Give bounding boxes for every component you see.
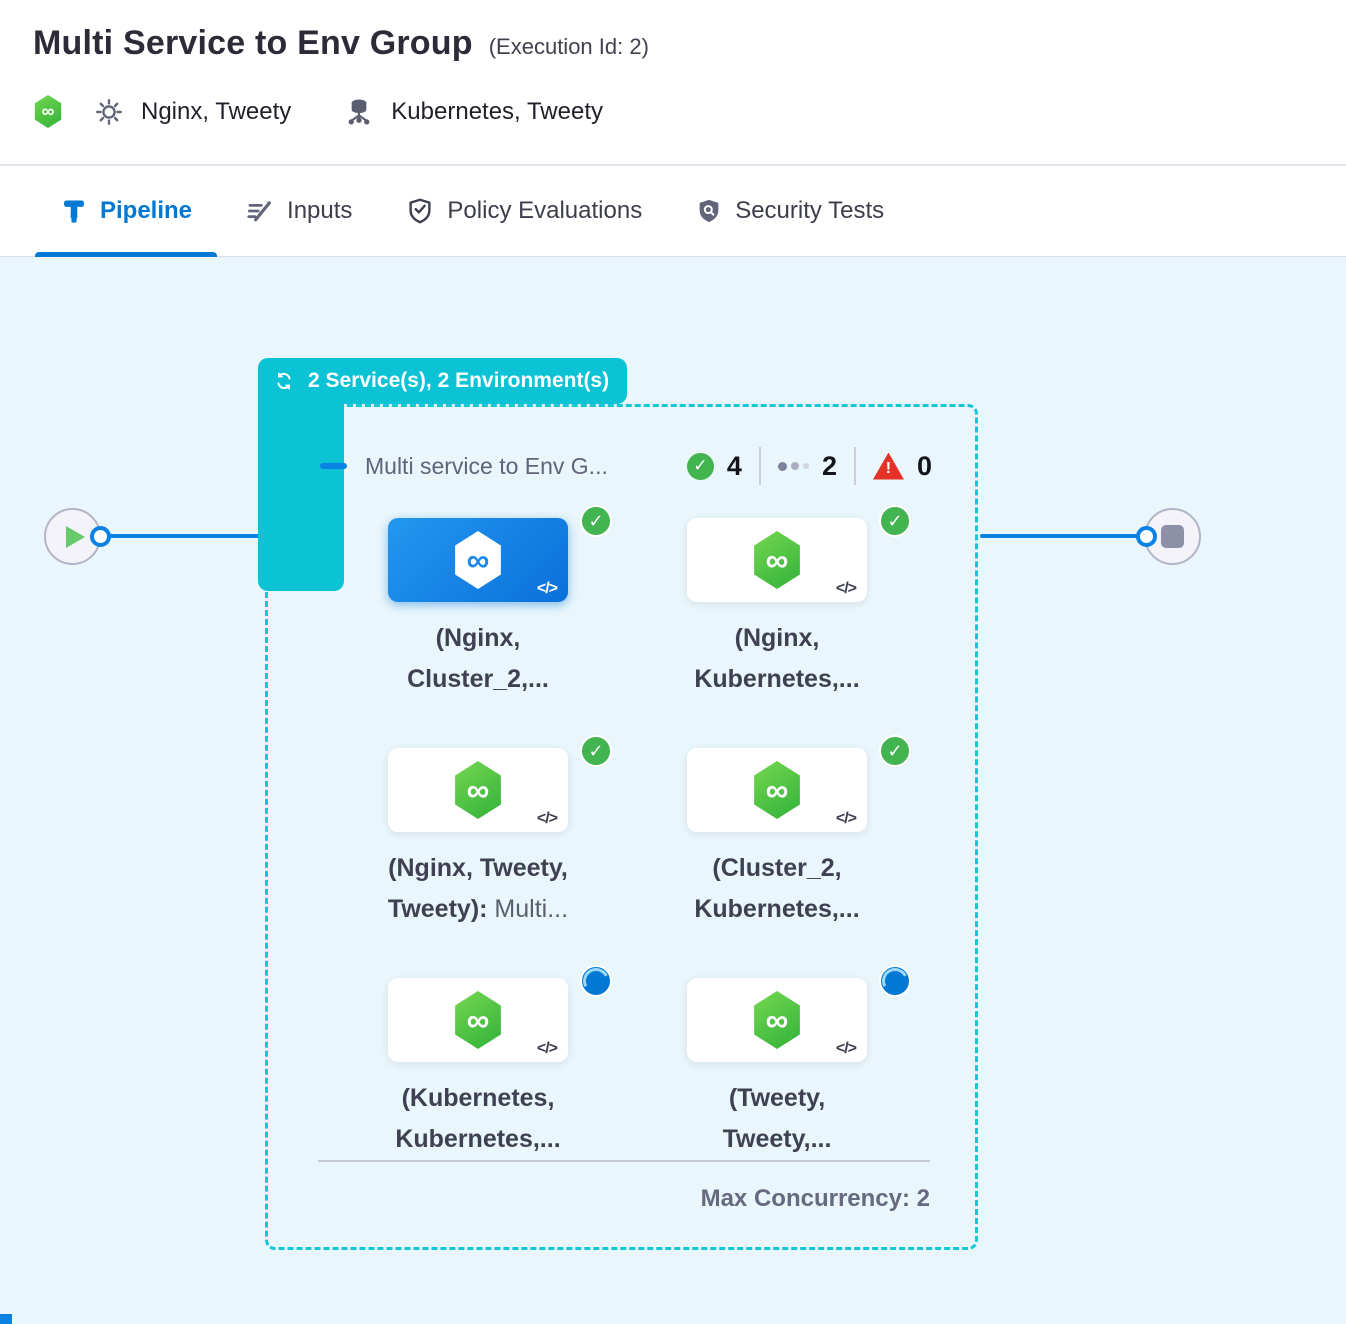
matrix-node-tweety-tweety[interactable]: ∞ </> (Tweety, Tweety,...	[657, 978, 897, 1160]
matrix-loop-badge[interactable]: 2 Service(s), 2 Environment(s)	[258, 358, 627, 404]
harness-cd-icon: ∞	[33, 95, 63, 128]
tab-inputs[interactable]: Inputs	[220, 166, 377, 256]
code-icon: </>	[836, 1040, 856, 1058]
execution-header: Multi Service to Env Group (Execution Id…	[0, 0, 1346, 164]
code-icon: </>	[537, 580, 557, 598]
matrix-node-nginx-kubernetes[interactable]: ∞ </> ✓ (Nginx, Kubernetes,...	[657, 518, 897, 700]
tab-policy-evaluations-label: Policy Evaluations	[447, 197, 642, 225]
service-hexagon-icon: ∞	[452, 761, 504, 819]
step-card[interactable]: ∞ </> ✓	[687, 518, 867, 602]
link-connector-dot	[90, 526, 111, 547]
stage-name: Multi service to Env G...	[365, 453, 608, 480]
step-card[interactable]: ∞ </>	[687, 978, 867, 1062]
collapse-stage-button[interactable]	[320, 463, 347, 469]
link-stage-to-end	[980, 534, 1140, 538]
link-start-to-stage	[100, 534, 262, 538]
stop-icon	[1161, 525, 1184, 548]
node-label: (Cluster_2, Kubernetes,...	[657, 848, 897, 930]
step-card[interactable]: ∞ </> ✓	[388, 748, 568, 832]
link-connector-dot	[1136, 526, 1157, 547]
loop-icon	[272, 369, 296, 393]
code-icon: </>	[537, 810, 557, 828]
page-title: Multi Service to Env Group	[33, 24, 473, 63]
matrix-node-nginx-tweety[interactable]: ∞ </> ✓ (Nginx, Tweety, Tweety): Multi..…	[358, 748, 598, 930]
running-spinner-icon	[580, 965, 612, 997]
canvas-corner-control	[0, 1314, 12, 1324]
stage-status-counts: ✓ 4 2 ! 0	[687, 447, 932, 485]
matrix-node-cluster2-kubernetes[interactable]: ∞ </> ✓ (Cluster_2, Kubernetes,...	[657, 748, 897, 930]
execution-id: (Execution Id: 2)	[489, 34, 649, 60]
success-badge-icon: ✓	[879, 505, 911, 537]
environments-icon	[343, 96, 375, 128]
service-hexagon-icon: ∞	[452, 531, 504, 589]
running-spinner-icon	[879, 965, 911, 997]
policy-shield-check-icon	[405, 196, 435, 226]
running-count-icon	[778, 462, 809, 471]
running-count: 2	[822, 451, 837, 482]
tab-pipeline[interactable]: Pipeline	[35, 166, 217, 256]
tab-security-tests-label: Security Tests	[735, 197, 884, 225]
success-badge-icon: ✓	[580, 735, 612, 767]
node-label: (Nginx, Cluster_2,...	[358, 618, 598, 700]
play-icon	[66, 526, 85, 548]
max-concurrency-label: Max Concurrency: 2	[318, 1185, 930, 1213]
node-label: (Nginx, Tweety, Tweety): Multi...	[358, 848, 598, 930]
stage-header-row: Multi service to Env G... ✓ 4 2 ! 0	[320, 441, 932, 491]
service-hexagon-icon: ∞	[452, 991, 504, 1049]
pipeline-canvas[interactable]: 2 Service(s), 2 Environment(s) Multi ser…	[0, 257, 1346, 1324]
step-card[interactable]: ∞ </>	[388, 978, 568, 1062]
failed-count-icon: !	[873, 453, 904, 480]
pipeline-icon	[60, 197, 88, 225]
inputs-icon	[245, 196, 275, 226]
service-hexagon-icon: ∞	[751, 531, 803, 589]
divider	[759, 447, 761, 485]
matrix-node-nginx-cluster2[interactable]: ∞ </> ✓ (Nginx, Cluster_2,...	[358, 518, 598, 700]
node-label: (Tweety, Tweety,...	[657, 1078, 897, 1160]
success-count: 4	[727, 451, 742, 482]
security-shield-icon	[695, 197, 723, 225]
divider	[854, 447, 856, 485]
success-badge-icon: ✓	[879, 735, 911, 767]
step-card[interactable]: ∞ </> ✓	[388, 518, 568, 602]
node-label: (Kubernetes, Kubernetes,...	[358, 1078, 598, 1160]
success-badge-icon: ✓	[580, 505, 612, 537]
service-hexagon-icon: ∞	[751, 991, 803, 1049]
code-icon: </>	[836, 580, 856, 598]
execution-tabbar: Pipeline Inputs Policy Evaluations Secur…	[0, 164, 1346, 257]
service-hexagon-icon: ∞	[751, 761, 803, 819]
step-card[interactable]: ∞ </> ✓	[687, 748, 867, 832]
code-icon: </>	[537, 1040, 557, 1058]
tab-policy-evaluations[interactable]: Policy Evaluations	[380, 166, 667, 256]
failed-count: 0	[917, 451, 932, 482]
success-count-icon: ✓	[687, 453, 714, 480]
matrix-node-kubernetes-kubernetes[interactable]: ∞ </> (Kubernetes, Kubernetes,...	[358, 978, 598, 1160]
stage-header-left: Multi service to Env G...	[320, 453, 608, 480]
services-label: Nginx, Tweety	[141, 98, 291, 126]
node-label: (Nginx, Kubernetes,...	[657, 618, 897, 700]
code-icon: </>	[836, 810, 856, 828]
tab-inputs-label: Inputs	[287, 197, 352, 225]
title-row: Multi Service to Env Group (Execution Id…	[33, 24, 1346, 63]
matrix-loop-badge-label: 2 Service(s), 2 Environment(s)	[308, 369, 609, 393]
tab-security-tests[interactable]: Security Tests	[670, 166, 909, 256]
matrix-footer-divider	[318, 1160, 930, 1162]
tab-pipeline-label: Pipeline	[100, 197, 192, 225]
services-gear-icon	[93, 96, 125, 128]
environments-label: Kubernetes, Tweety	[391, 98, 603, 126]
execution-meta-row: ∞ Nginx, Tweety Kubernetes, Tweety	[33, 95, 1346, 128]
